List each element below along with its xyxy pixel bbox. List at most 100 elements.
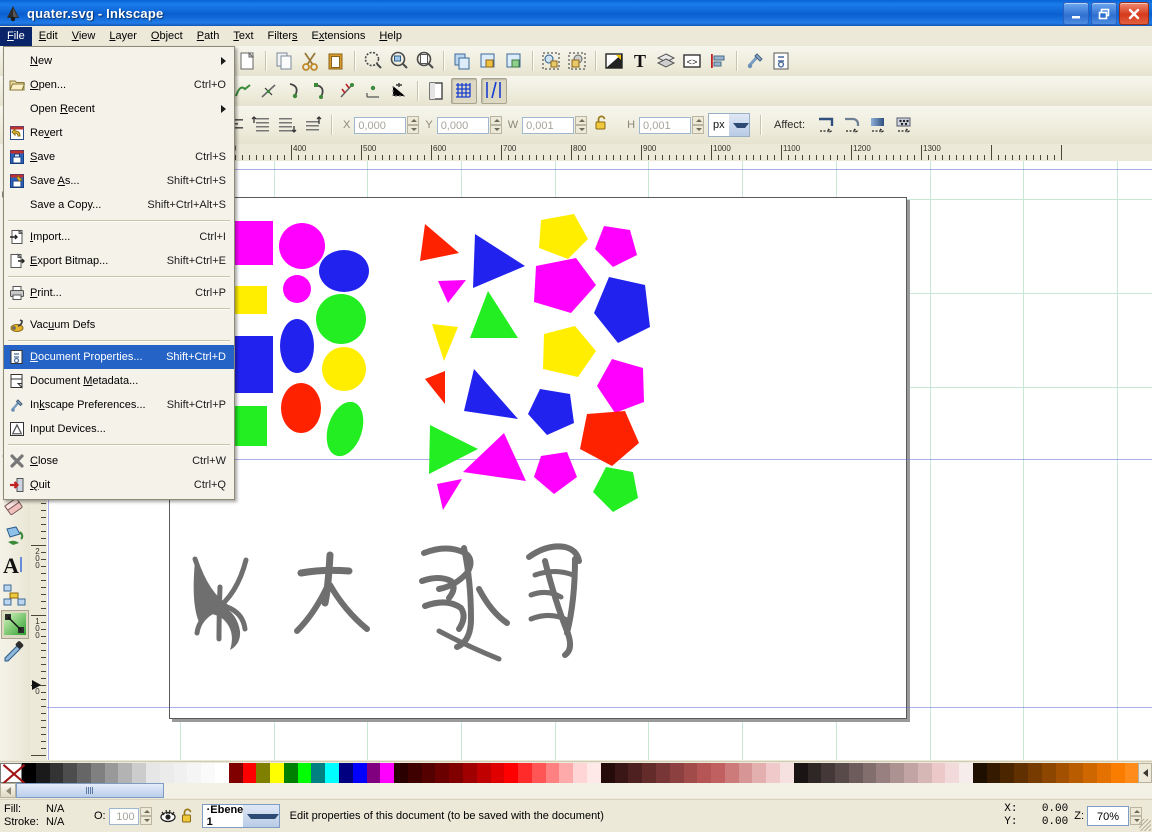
x-field[interactable]: 0,000 xyxy=(354,116,407,134)
scrollbar-thumb[interactable] xyxy=(16,783,164,798)
palette-swatch[interactable] xyxy=(917,763,932,783)
file-menu-item-new[interactable]: New xyxy=(4,49,234,73)
snap-page-border-icon[interactable] xyxy=(425,80,447,102)
y-spinner[interactable] xyxy=(489,116,502,134)
palette-swatch[interactable] xyxy=(407,763,422,783)
raise-to-top-icon[interactable] xyxy=(540,50,562,72)
menu-file[interactable]: FFileile xyxy=(0,26,32,46)
h-field[interactable]: 0,001 xyxy=(639,116,692,134)
palette-swatch[interactable] xyxy=(366,763,381,783)
palette-swatch[interactable] xyxy=(1000,763,1015,783)
zoom-field[interactable]: 70% xyxy=(1087,806,1129,826)
palette-swatch[interactable] xyxy=(435,763,450,783)
h-spinner[interactable] xyxy=(692,116,705,134)
palette-swatch[interactable] xyxy=(986,763,1001,783)
paint-bucket-tool-icon[interactable] xyxy=(1,523,29,552)
group-icon[interactable] xyxy=(477,50,499,72)
palette-swatch[interactable] xyxy=(380,763,395,783)
zoom-drawing-icon[interactable] xyxy=(388,50,410,72)
palette-swatch[interactable] xyxy=(573,763,588,783)
scale-rounded-corners-icon[interactable] xyxy=(841,114,863,136)
palette-swatch[interactable] xyxy=(545,763,560,783)
palette-swatch[interactable] xyxy=(1041,763,1056,783)
zoom-page-icon[interactable] xyxy=(414,50,436,72)
palette-swatch[interactable] xyxy=(173,763,188,783)
palette-swatch[interactable] xyxy=(104,763,119,783)
palette-swatch[interactable] xyxy=(1124,763,1138,783)
palette-swatch[interactable] xyxy=(711,763,725,783)
menu-help[interactable]: Help xyxy=(372,27,409,46)
copy-icon[interactable] xyxy=(273,50,295,72)
raise-selection-icon[interactable] xyxy=(250,114,272,136)
menu-layer[interactable]: Layer xyxy=(102,27,144,46)
palette-swatch[interactable] xyxy=(835,763,849,783)
palette-swatch[interactable] xyxy=(394,763,408,783)
palette-swatch[interactable] xyxy=(201,763,215,783)
x-spinner[interactable] xyxy=(407,116,420,134)
menu-text[interactable]: Text xyxy=(226,27,260,46)
palette-swatch[interactable] xyxy=(214,763,229,783)
file-menu-item-document-metadata[interactable]: Document Metadata... xyxy=(4,369,234,393)
palette-swatch[interactable] xyxy=(669,763,684,783)
unit-select[interactable]: px xyxy=(708,113,751,137)
scale-stroke-width-icon[interactable] xyxy=(815,114,837,136)
menu-edit[interactable]: Edit xyxy=(32,27,65,46)
layer-lock-icon[interactable] xyxy=(180,806,196,826)
palette-swatch[interactable] xyxy=(159,763,174,783)
zoom-control[interactable]: Z: 70% xyxy=(1074,806,1142,826)
horizontal-scrollbar[interactable] xyxy=(0,783,1152,799)
palette-swatch[interactable] xyxy=(1083,763,1097,783)
raise-to-top-selection-icon[interactable] xyxy=(302,114,324,136)
palette-swatch[interactable] xyxy=(132,763,147,783)
snap-grid-icon[interactable] xyxy=(451,78,477,104)
file-menu-item-revert[interactable]: Revert xyxy=(4,121,234,145)
maximize-button[interactable] xyxy=(1091,2,1117,25)
file-menu-item-inkscape-preferences[interactable]: Inkscape Preferences... Shift+Ctrl+P xyxy=(4,393,234,417)
file-menu-dropdown[interactable]: New Open... Ctrl+O Open Recent Revert Save Ctr… xyxy=(3,46,235,500)
palette-swatch[interactable] xyxy=(1014,763,1029,783)
layers-dialog-icon[interactable] xyxy=(655,50,677,72)
palette-swatch[interactable] xyxy=(518,763,532,783)
file-menu-item-open-recent[interactable]: Open Recent xyxy=(4,97,234,121)
connector-tool-icon[interactable] xyxy=(1,581,29,610)
opacity-control[interactable]: O: 100 xyxy=(94,807,152,825)
fill-stroke-indicator[interactable]: Fill: N/A Stroke: N/A xyxy=(4,803,82,829)
palette-swatch[interactable] xyxy=(531,763,546,783)
file-menu-item-save[interactable]: Save Ctrl+S xyxy=(4,145,234,169)
opacity-spinner[interactable] xyxy=(139,807,152,825)
file-menu-item-open[interactable]: Open... Ctrl+O xyxy=(4,73,234,97)
palette-swatch[interactable] xyxy=(476,763,491,783)
file-menu-item-export-bitmap[interactable]: Export Bitmap... Shift+Ctrl+E xyxy=(4,249,234,273)
palette-swatch[interactable] xyxy=(779,763,794,783)
file-menu-item-input-devices[interactable]: Input Devices... xyxy=(4,417,234,441)
xml-editor-icon[interactable]: <> xyxy=(681,50,703,72)
palette-swatch[interactable] xyxy=(945,763,960,783)
palette-swatch[interactable] xyxy=(1055,763,1070,783)
palette-swatch[interactable] xyxy=(876,763,891,783)
close-button[interactable] xyxy=(1119,2,1149,25)
palette-swatch[interactable] xyxy=(325,763,339,783)
palette-swatch[interactable] xyxy=(297,763,312,783)
scrollbar-track[interactable] xyxy=(17,783,1152,798)
snap-paths-icon[interactable] xyxy=(362,80,384,102)
minimize-button[interactable] xyxy=(1063,2,1089,25)
layer-select[interactable]: ·Ebene 1 xyxy=(201,804,280,828)
palette-swatch[interactable] xyxy=(283,763,298,783)
w-field[interactable]: 0,001 xyxy=(522,116,575,134)
palette-swatch[interactable] xyxy=(959,763,973,783)
palette-swatch[interactable] xyxy=(449,763,463,783)
move-gradients-icon[interactable] xyxy=(867,114,889,136)
palette-swatch[interactable] xyxy=(848,763,863,783)
opacity-field[interactable]: 100 xyxy=(108,807,139,825)
file-menu-item-print[interactable]: Print... Ctrl+P xyxy=(4,281,234,305)
ungroup-icon[interactable] xyxy=(503,50,525,72)
duplicate-icon[interactable] xyxy=(451,50,473,72)
menu-object[interactable]: Object xyxy=(144,27,190,46)
palette-swatch[interactable] xyxy=(352,763,367,783)
snap-bounding-box-icon[interactable] xyxy=(258,80,280,102)
palette-swatch[interactable] xyxy=(724,763,739,783)
palette-scroll-left-icon[interactable] xyxy=(1138,763,1152,783)
palette-swatch[interactable] xyxy=(683,763,698,783)
gradient-tool-icon[interactable] xyxy=(1,610,29,639)
palette-swatch[interactable] xyxy=(421,763,436,783)
